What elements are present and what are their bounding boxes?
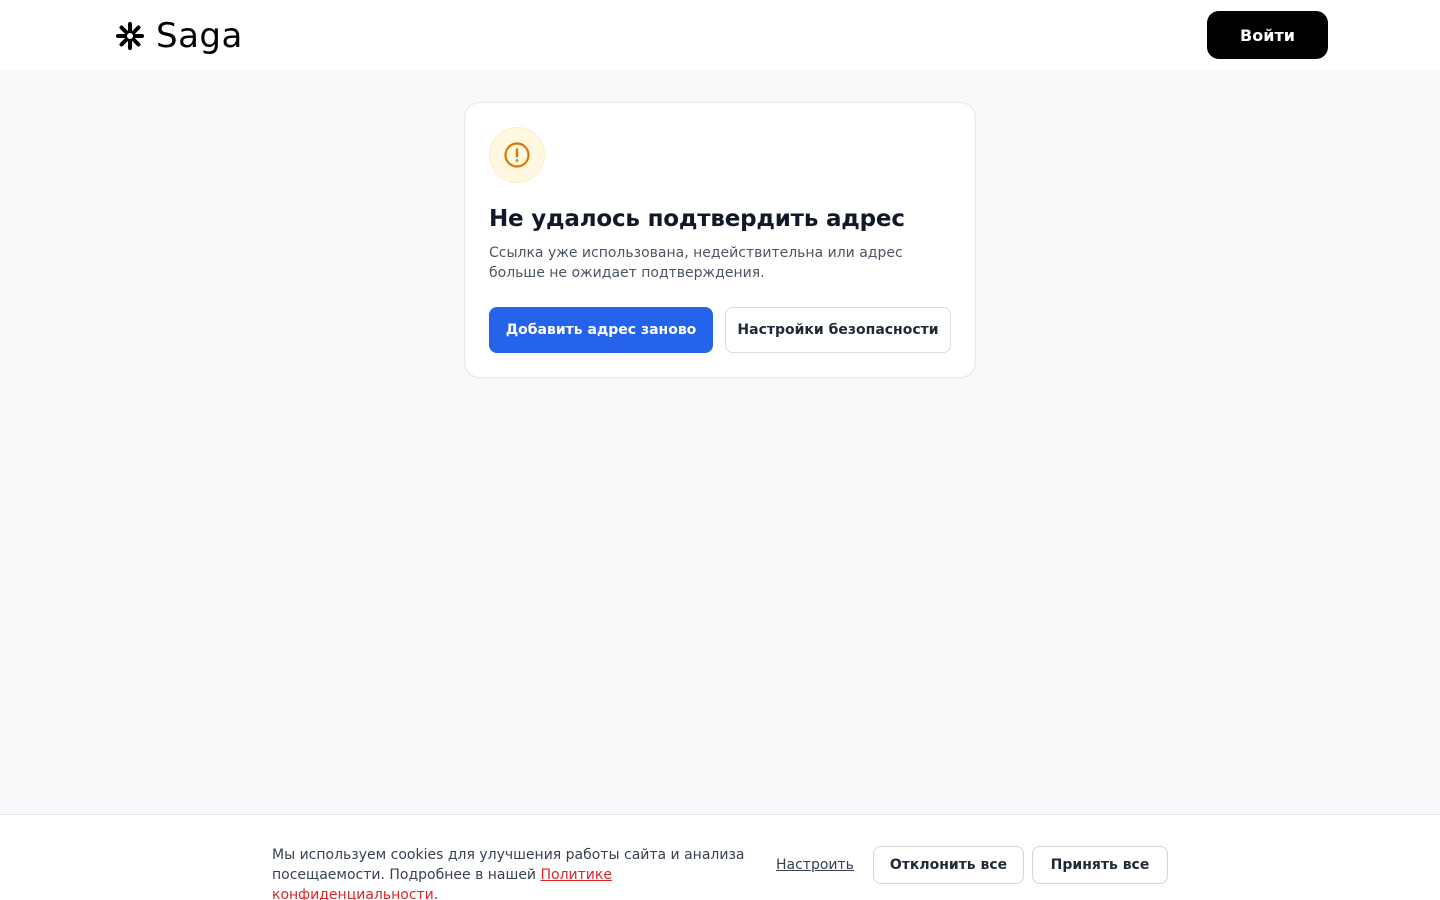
cookie-banner: Мы используем cookies для улучшения рабо… bbox=[0, 814, 1440, 900]
logo-wordmark: Saga bbox=[156, 16, 243, 56]
reject-all-cookies-button[interactable]: Отклонить все bbox=[873, 846, 1024, 884]
warning-circle-icon bbox=[504, 142, 530, 168]
accept-all-cookies-button[interactable]: Принять все bbox=[1032, 846, 1168, 884]
security-settings-button[interactable]: Настройки безопасности bbox=[725, 307, 951, 353]
card-title: Не удалось подтвердить адрес bbox=[489, 206, 905, 232]
saga-logo[interactable]: Saga bbox=[114, 16, 243, 56]
cookie-message-text: Мы используем cookies для улучшения рабо… bbox=[272, 847, 745, 883]
verification-error-card: Не удалось подтвердить адрес Ссылка уже … bbox=[464, 102, 976, 378]
cookie-message-end: . bbox=[433, 887, 439, 900]
card-description: Ссылка уже использована, недействительна… bbox=[489, 245, 903, 281]
add-address-again-button[interactable]: Добавить адрес заново bbox=[489, 307, 713, 353]
cookie-customize-link[interactable]: Настроить bbox=[776, 855, 854, 875]
top-header: Saga Войти bbox=[0, 0, 1440, 70]
warning-badge bbox=[489, 127, 545, 183]
cookie-message: Мы используем cookies для улучшения рабо… bbox=[272, 845, 752, 900]
login-button[interactable]: Войти bbox=[1207, 11, 1328, 59]
asterisk-logo-icon bbox=[116, 22, 144, 50]
